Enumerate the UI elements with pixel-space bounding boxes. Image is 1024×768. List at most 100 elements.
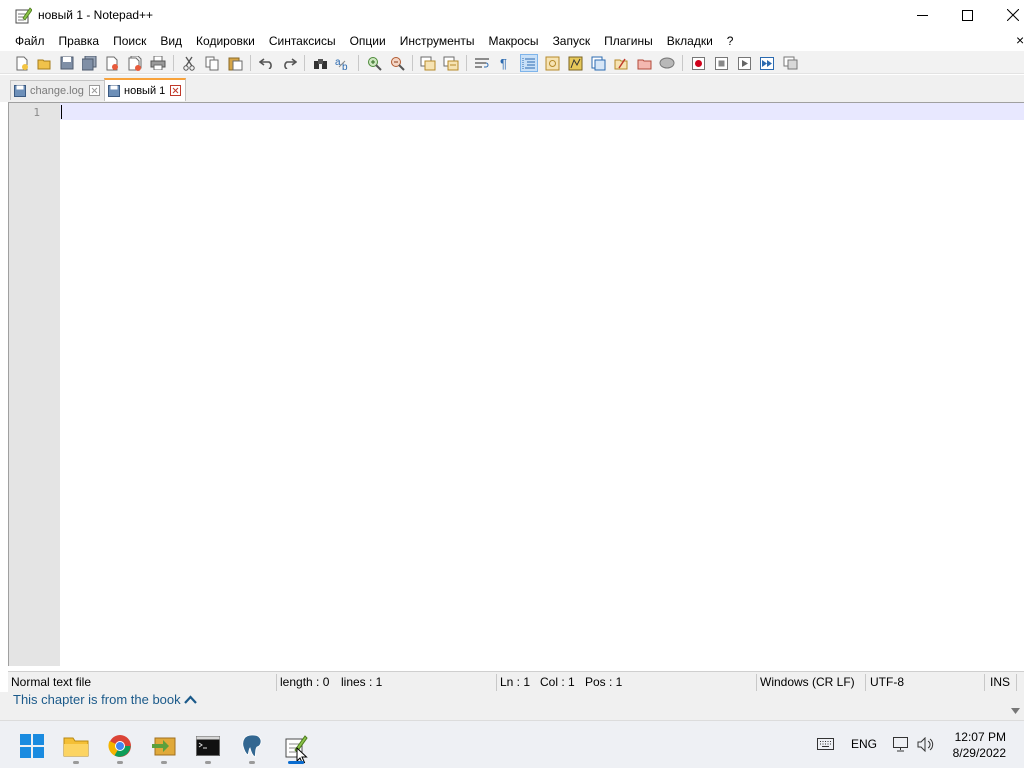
menu-close-doc-button[interactable]: × [1016, 33, 1024, 47]
new-file-icon [16, 56, 28, 70]
maximize-button[interactable] [944, 0, 990, 30]
status-bar: Normal text file length : 0 lines : 1 Ln… [8, 671, 1024, 692]
sync-horizontal-button[interactable] [442, 54, 460, 72]
indent-guide-button[interactable] [520, 54, 538, 72]
menu-file[interactable]: Файл [8, 31, 52, 51]
maximize-icon [961, 9, 973, 21]
toolbar-separator [173, 55, 174, 71]
running-indicator [73, 761, 79, 764]
menu-encoding[interactable]: Кодировки [189, 31, 262, 51]
tab-new-1[interactable]: новый 1 [104, 78, 187, 101]
redo-button[interactable] [280, 54, 298, 72]
taskbar-terminal[interactable] [188, 727, 228, 765]
binoculars-icon [313, 58, 327, 69]
menu-macro[interactable]: Макросы [482, 31, 546, 51]
undo-button[interactable] [257, 54, 275, 72]
menu-window[interactable]: Вкладки [660, 31, 720, 51]
taskbar-notepad-plus-plus[interactable] [276, 727, 316, 765]
function-list-button[interactable] [589, 54, 607, 72]
monitoring-button[interactable] [658, 54, 676, 72]
title-bar: новый 1 - Notepad++ [0, 0, 1024, 32]
monitoring-icon [659, 57, 675, 69]
keyboard-icon[interactable] [817, 738, 834, 750]
taskbar: ENG 12:07 PM 8/29/2022 [0, 720, 1024, 768]
new-file-button[interactable] [13, 54, 31, 72]
save-macro-icon [783, 56, 797, 70]
record-icon [691, 56, 705, 70]
copy-button[interactable] [203, 54, 221, 72]
tab-close-icon[interactable] [88, 85, 100, 96]
minimize-icon [916, 14, 928, 16]
menu-settings[interactable]: Опции [343, 31, 393, 51]
menu-tools[interactable]: Инструменты [393, 31, 482, 51]
replace-button[interactable]: ab [334, 54, 352, 72]
status-file-type: Normal text file [11, 675, 92, 689]
status-divider [1016, 674, 1017, 691]
save-button[interactable] [58, 54, 76, 72]
cut-button[interactable] [180, 54, 198, 72]
print-button[interactable] [149, 54, 167, 72]
function-list-icon [591, 56, 605, 70]
macro-record-button[interactable] [689, 54, 707, 72]
sync-vertical-button[interactable] [419, 54, 437, 72]
menu-edit[interactable]: Правка [52, 31, 107, 51]
folder-as-workspace-button[interactable] [612, 54, 630, 72]
macro-run-multiple-button[interactable] [758, 54, 776, 72]
menu-view[interactable]: Вид [153, 31, 189, 51]
scroll-down-arrow-icon[interactable] [1011, 708, 1020, 714]
status-encoding: UTF-8 [870, 675, 904, 689]
text-caret [61, 105, 62, 119]
system-clock[interactable]: 12:07 PM 8/29/2022 [953, 729, 1006, 761]
toolbar-separator [358, 55, 359, 71]
menu-language[interactable]: Синтаксисы [262, 31, 343, 51]
document-map-button[interactable] [566, 54, 584, 72]
save-all-icon [81, 55, 96, 70]
taskbar-file-transfer[interactable] [144, 727, 184, 765]
volume-icon[interactable] [917, 737, 935, 752]
minimize-button[interactable] [899, 0, 945, 30]
zoom-out-button[interactable] [388, 54, 406, 72]
save-all-button[interactable] [80, 54, 98, 72]
tab-close-icon[interactable] [170, 85, 182, 96]
menu-run[interactable]: Запуск [546, 31, 598, 51]
chevron-up-icon[interactable] [184, 695, 197, 704]
status-lines: lines : 1 [341, 675, 383, 689]
macro-save-button[interactable] [781, 54, 799, 72]
toolbar-separator [250, 55, 251, 71]
start-button[interactable] [12, 727, 52, 765]
close-file-button[interactable] [103, 54, 121, 72]
paste-button[interactable] [226, 54, 244, 72]
toolbar-separator [682, 55, 683, 71]
copy-icon [205, 56, 218, 70]
stop-icon [714, 56, 728, 70]
zoom-in-button[interactable] [365, 54, 383, 72]
taskbar-chrome[interactable] [100, 727, 140, 765]
macro-stop-button[interactable] [712, 54, 730, 72]
close-window-button[interactable] [990, 0, 1024, 30]
book-source-link[interactable]: This chapter is from the book [13, 692, 181, 707]
taskbar-file-explorer[interactable] [56, 727, 96, 765]
network-icon[interactable] [893, 737, 910, 752]
folder-button[interactable] [635, 54, 653, 72]
status-line: Ln : 1 [500, 675, 531, 689]
running-indicator [249, 761, 255, 764]
taskbar-postgresql[interactable] [232, 727, 272, 765]
active-indicator [288, 761, 304, 764]
tab-change-log[interactable]: change.log [10, 80, 105, 100]
open-file-button[interactable] [35, 54, 53, 72]
find-button[interactable] [311, 54, 329, 72]
user-defined-language-button[interactable] [543, 54, 561, 72]
windows-logo-icon [20, 734, 44, 758]
input-language-indicator[interactable]: ENG [851, 737, 877, 751]
menu-help[interactable]: ? [720, 31, 741, 51]
running-indicator [205, 761, 211, 764]
macro-play-button[interactable] [735, 54, 753, 72]
show-all-characters-button[interactable]: ¶ [496, 54, 514, 72]
word-wrap-button[interactable] [473, 54, 491, 72]
close-all-button[interactable] [126, 54, 144, 72]
folder-workspace-icon [614, 58, 627, 69]
text-editor[interactable]: 1 [8, 102, 1024, 666]
menu-search[interactable]: Поиск [106, 31, 153, 51]
menu-plugins[interactable]: Плагины [597, 31, 660, 51]
sync-horizontal-icon [443, 56, 459, 70]
